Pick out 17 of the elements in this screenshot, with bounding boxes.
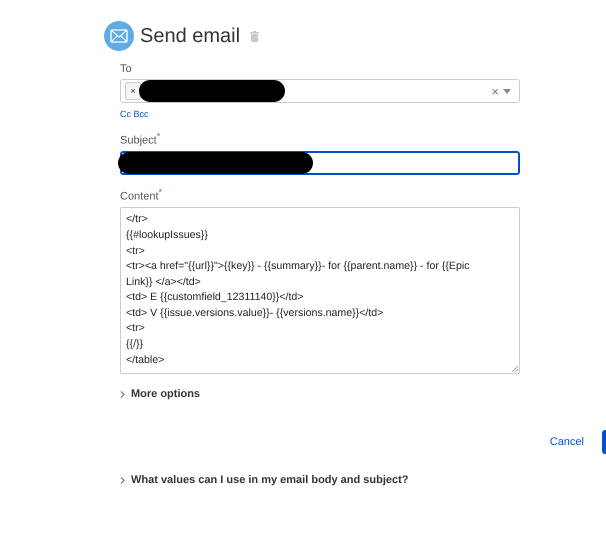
- cc-bcc-link[interactable]: Cc Bcc: [120, 109, 149, 119]
- envelope-icon: [104, 21, 134, 51]
- help-toggle[interactable]: What values can I use in my email body and subject?: [120, 474, 520, 486]
- field-label: Subject$^{*}$: [120, 131, 162, 147]
- remove-button[interactable]: ×: [125, 82, 141, 100]
- subject-field[interactable]: [120, 150, 520, 175]
- resize-handle-icon[interactable]: [511, 365, 518, 372]
- caret-icon[interactable]: [503, 88, 511, 94]
- action-title: Send email: [140, 24, 240, 48]
- content-field[interactable]: </tr> {{#lookupIssues}} <tr> <tr><a href="{{url}}">{{key}} - {{summary}}- for {{parent.name}} - for {{Epic Link}} </a></td> <td> E {{customfield_12311140}}</td> <td> V {{issue.versions.value}}- {{versions.name}}</td> <tr> {{/}} </table>: [120, 207, 520, 374]
- field-label: To: [120, 63, 133, 75]
- clear-button[interactable]: ×: [491, 84, 499, 98]
- primary-button[interactable]: [602, 430, 606, 454]
- cancel-button[interactable]: Cancel: [550, 436, 584, 448]
- field-label: Content$^{*}$: [120, 186, 164, 202]
- more-options-toggle[interactable]: More options: [120, 388, 520, 400]
- recipient-field[interactable]: × ×: [120, 79, 520, 103]
